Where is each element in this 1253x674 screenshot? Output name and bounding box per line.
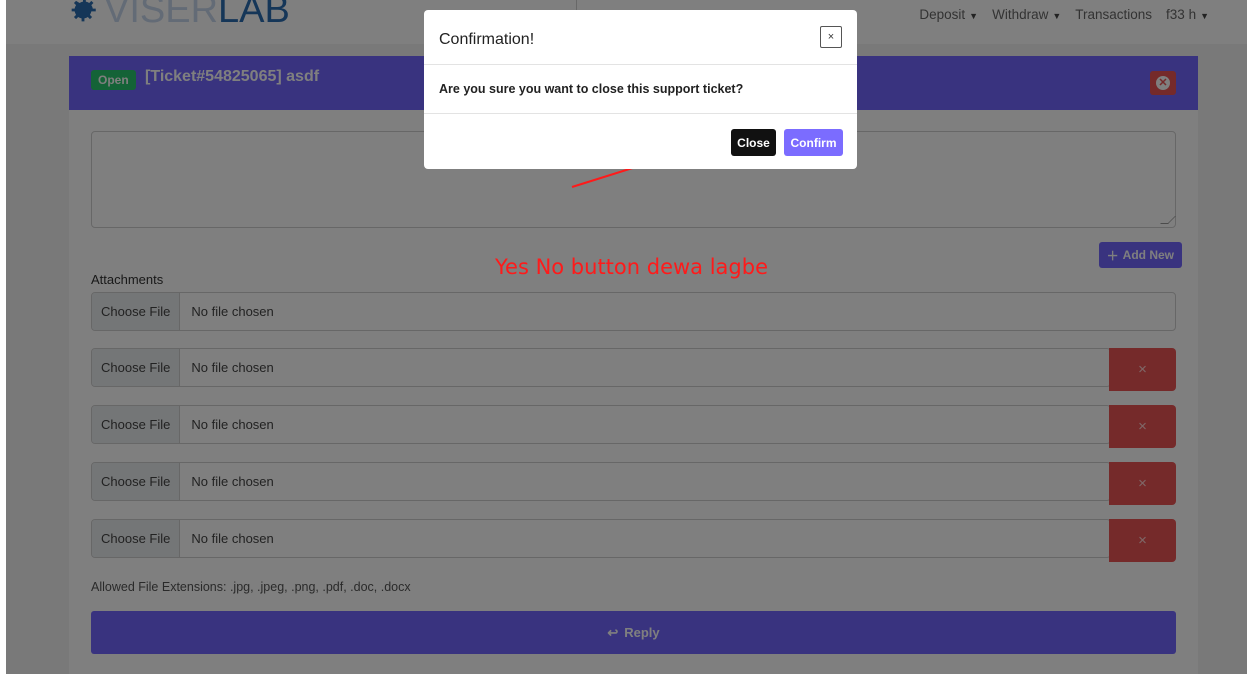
modal-message: Are you sure you want to close this supp… [439, 82, 744, 96]
modal-title: Confirmation! [439, 31, 535, 48]
modal-confirm-button[interactable]: Confirm [784, 129, 843, 156]
modal-close-icon[interactable]: × [820, 26, 842, 48]
modal-divider [424, 113, 857, 114]
page-frame: VISERLAB Deposit▼ Withdraw▼ Transactions… [6, 0, 1247, 674]
modal-divider [424, 64, 857, 65]
modal-close-button[interactable]: Close [731, 129, 776, 156]
annotation-text: Yes No button dewa lagbe [495, 255, 768, 279]
confirmation-modal: Confirmation! × Are you sure you want to… [424, 10, 857, 169]
